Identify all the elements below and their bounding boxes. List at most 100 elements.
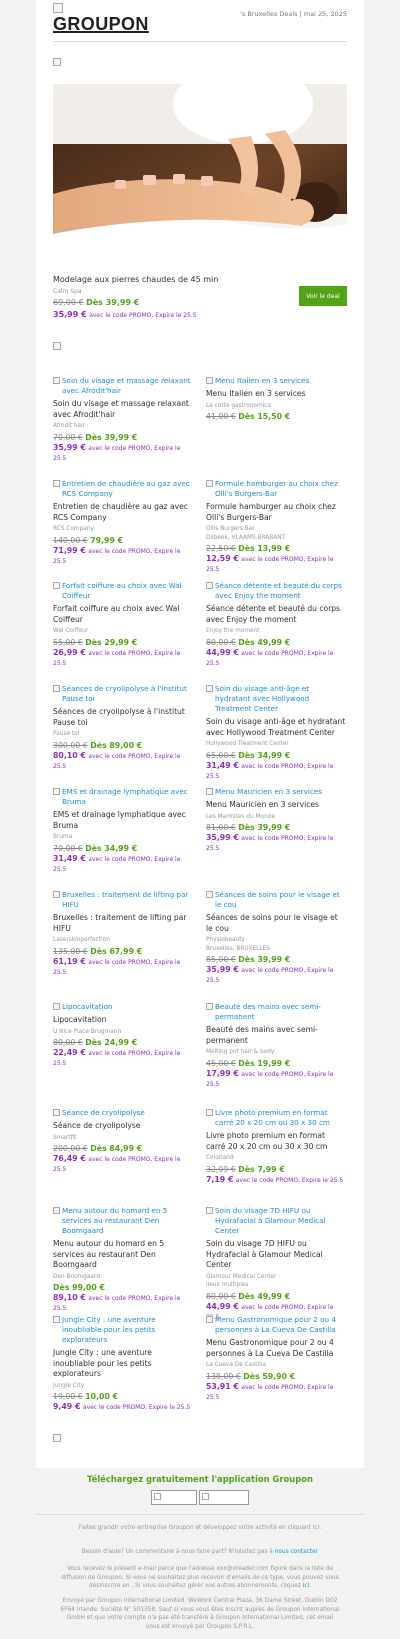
footer-divider [36,1514,364,1515]
deal-card[interactable]: Soin du visage 7D HIFU ou Hydrafacial à … [206,1206,346,1322]
deal-image-alt: Séance de cryolipolyse [62,1108,145,1117]
deal-image-link[interactable]: Forfait coiffure au choix avec Wal Coiff… [53,581,193,601]
deal-promo: 7,19 € avec le code PROMO, Expire le 25.… [206,1175,346,1185]
contact-us-link[interactable]: nous contacter [275,1549,318,1555]
deal-title[interactable]: Menu Gastronomique pour 2 ou 4 personnes… [206,1338,346,1359]
deal-card[interactable]: Bruxelles : traitement de lifting par HI… [53,890,193,977]
deal-card[interactable]: Menu autour du homard en 5 services au r… [53,1206,193,1313]
deal-image-alt: Beauté des mains avec semi-permanent [215,1002,321,1021]
deal-image-link[interactable]: Séance de cryolipolyse [53,1108,193,1118]
deal-card[interactable]: Forfait coiffure au choix avec Wal Coiff… [53,581,193,668]
deal-card[interactable]: Beauté des mains avec semi-permanent Beau… [206,1002,346,1089]
deal-card[interactable]: Entretien de chaudière au gaz avec RCS C… [53,479,193,566]
deal-title[interactable]: Menu Italien en 3 services [206,389,346,400]
deal-card[interactable]: Jungle City : une aventure inoubliable p… [53,1315,193,1412]
groupon-logo[interactable]: GROUPON [53,14,149,35]
deal-merchant: Laserskinperfection [53,937,110,944]
deal-image-link[interactable]: Menu Mauricien en 3 services [206,787,346,797]
deal-title[interactable]: Soin du visage et massage relaxant avec … [53,399,193,420]
hero-image[interactable] [53,84,347,265]
deal-image-alt: Entretien de chaudière au gaz avec RCS C… [62,479,190,498]
deal-title[interactable]: Séance de cryolipolyse [53,1121,193,1132]
broken-image-icon [206,582,213,589]
deal-card[interactable]: Soin du visage anti-âge et hydratant ave… [206,684,346,781]
deal-old-price: 41,00 € [206,412,236,422]
deal-price: 70,00 € Dès 34,99 € [53,843,193,854]
deal-title[interactable]: Séances de cryolipolyse à l'institut Pau… [53,707,193,728]
google-play-badge[interactable] [199,1490,249,1505]
deal-image-link[interactable]: Entretien de chaudière au gaz avec RCS C… [53,479,193,499]
deal-merchant: Enjoy the moment [206,628,260,635]
deal-price: 300,00 € Dès 89,00 € [53,740,193,751]
deal-title[interactable]: EMS et drainage lymphatique avec Bruma [53,810,193,831]
deal-image-link[interactable]: Soin du visage anti-âge et hydratant ave… [206,684,346,714]
deal-image-alt: Soin du visage 7D HIFU ou Hydrafacial à … [215,1206,326,1235]
deal-image-link[interactable]: Séance détente et beauté du corps avec E… [206,581,346,601]
deal-card[interactable]: Séances de soins pour le visage et le co… [206,890,346,985]
deal-card[interactable]: Soin du visage et massage relaxant avec … [53,376,193,463]
deal-promo-price: 17,99 € [206,1068,239,1078]
broken-image-icon [206,377,213,384]
broken-image-icon [206,685,213,692]
deal-merchant: Colorland [206,1155,234,1162]
deal-title[interactable]: Beauté des mains avec semi-permanent [206,1025,346,1046]
deal-image-link[interactable]: Beauté des mains avec semi-permanent [206,1002,346,1022]
deal-title[interactable]: Lipocavitation [53,1015,193,1026]
deal-card[interactable]: EMS et drainage lymphatique avec Bruma EM… [53,787,193,874]
deal-title[interactable]: Entretien de chaudière au gaz avec RCS C… [53,502,193,523]
deal-merchant: Smartfit [53,1134,77,1141]
deal-title[interactable]: Formule hamburger au choix chez Olli's B… [206,502,346,523]
deal-old-price: 135,00 € [53,946,88,956]
footer-merchant-line[interactable]: Faites grandir votre entreprise Groupon … [60,1524,340,1533]
deal-title[interactable]: Menu autour du homard en 5 services au r… [53,1239,193,1271]
hero-promo: 35,99 € avec le code PROMO, Expire le 25… [53,310,197,319]
deal-card[interactable]: Menu Mauricien en 3 services Menu Maurici… [206,787,346,853]
manage-subscriptions-link[interactable]: ici [303,1583,309,1589]
view-deal-button[interactable]: Voir le deal [299,286,347,306]
deal-promo: 31,49 € avec le code PROMO, Expire le 25… [53,854,193,874]
deal-title[interactable]: Livre photo premium en format carré 20 x… [206,1131,346,1152]
deal-title[interactable]: Soin du visage 7D HIFU ou Hydrafacial à … [206,1239,346,1271]
deal-title[interactable]: Menu Mauricien en 3 services [206,800,346,811]
deal-card[interactable]: Menu Italien en 3 services Menu Italien e… [206,376,346,422]
broken-divider-image [53,342,61,350]
deal-card[interactable]: Séances de cryolipolyse à l'institut Pau… [53,684,193,771]
deal-price: 19,00 € 10,00 € [53,1391,193,1402]
deal-card[interactable]: Séance détente et beauté du corps avec E… [206,581,346,668]
deal-title[interactable]: Bruxelles : traitement de lifting par HI… [53,913,193,934]
deal-current-price: Dès 67,99 € [90,946,143,956]
deal-title[interactable]: Jungle City : une aventure inoubliable p… [53,1348,193,1380]
deal-promo-price: 9,49 € [53,1402,81,1412]
broken-image-icon [53,377,60,384]
deal-image-link[interactable]: Menu autour du homard en 5 services au r… [53,1206,193,1236]
broken-image-icon [53,1207,60,1214]
deal-card[interactable]: Séance de cryolipolyse Séance de cryolipo… [53,1108,193,1174]
deal-title[interactable]: Forfait coiffure au choix avec Wal Coiff… [53,604,193,625]
deal-card[interactable]: Lipocavitation Lipocavitation U Nice Place… [53,1002,193,1068]
hero-deal-title[interactable]: Modelage aux pierres chaudes de 45 min [53,275,283,284]
deal-card[interactable]: Formule hamburger au choix chez Olli's B… [206,479,346,574]
deal-promo-price: 31,49 € [206,760,239,770]
deal-image-link[interactable]: Formule hamburger au choix chez Olli's B… [206,479,346,499]
deal-image-link[interactable]: Jungle City : une aventure inoubliable p… [53,1315,193,1345]
deal-image-link[interactable]: Lipocavitation [53,1002,193,1012]
deal-image-link[interactable]: Menu Gastronomique pour 2 ou 4 personnes… [206,1315,346,1335]
deal-image-link[interactable]: Séances de cryolipolyse à l'institut Pau… [53,684,193,704]
deal-image-link[interactable]: Soin du visage et massage relaxant avec … [53,376,193,396]
deal-image-alt: EMS et drainage lymphatique avec Bruma [62,787,188,806]
deal-image-link[interactable]: Livre photo premium en format carré 20 x… [206,1108,346,1128]
deal-current-price: Dès 89,00 € [90,740,143,750]
deal-image-link[interactable]: Bruxelles : traitement de lifting par HI… [53,890,193,910]
deal-title[interactable]: Soin du visage anti-âge et hydratant ave… [206,717,346,738]
deal-image-link[interactable]: Séances de soins pour le visage et le co… [206,890,346,910]
deal-image-link[interactable]: Menu Italien en 3 services [206,376,346,386]
deal-image-link[interactable]: Soin du visage 7D HIFU ou Hydrafacial à … [206,1206,346,1236]
deal-card[interactable]: Menu Gastronomique pour 2 ou 4 personnes… [206,1315,346,1402]
deal-image-link[interactable]: EMS et drainage lymphatique avec Bruma [53,787,193,807]
deal-price: 81,00 € Dès 39,99 € [206,822,346,833]
deal-title[interactable]: Séances de soins pour le visage et le co… [206,913,346,934]
deal-card[interactable]: Livre photo premium en format carré 20 x… [206,1108,346,1185]
deal-title[interactable]: Séance détente et beauté du corps avec E… [206,604,346,625]
app-store-badge[interactable] [151,1490,197,1505]
deal-promo-price: 35,99 € [206,833,239,843]
